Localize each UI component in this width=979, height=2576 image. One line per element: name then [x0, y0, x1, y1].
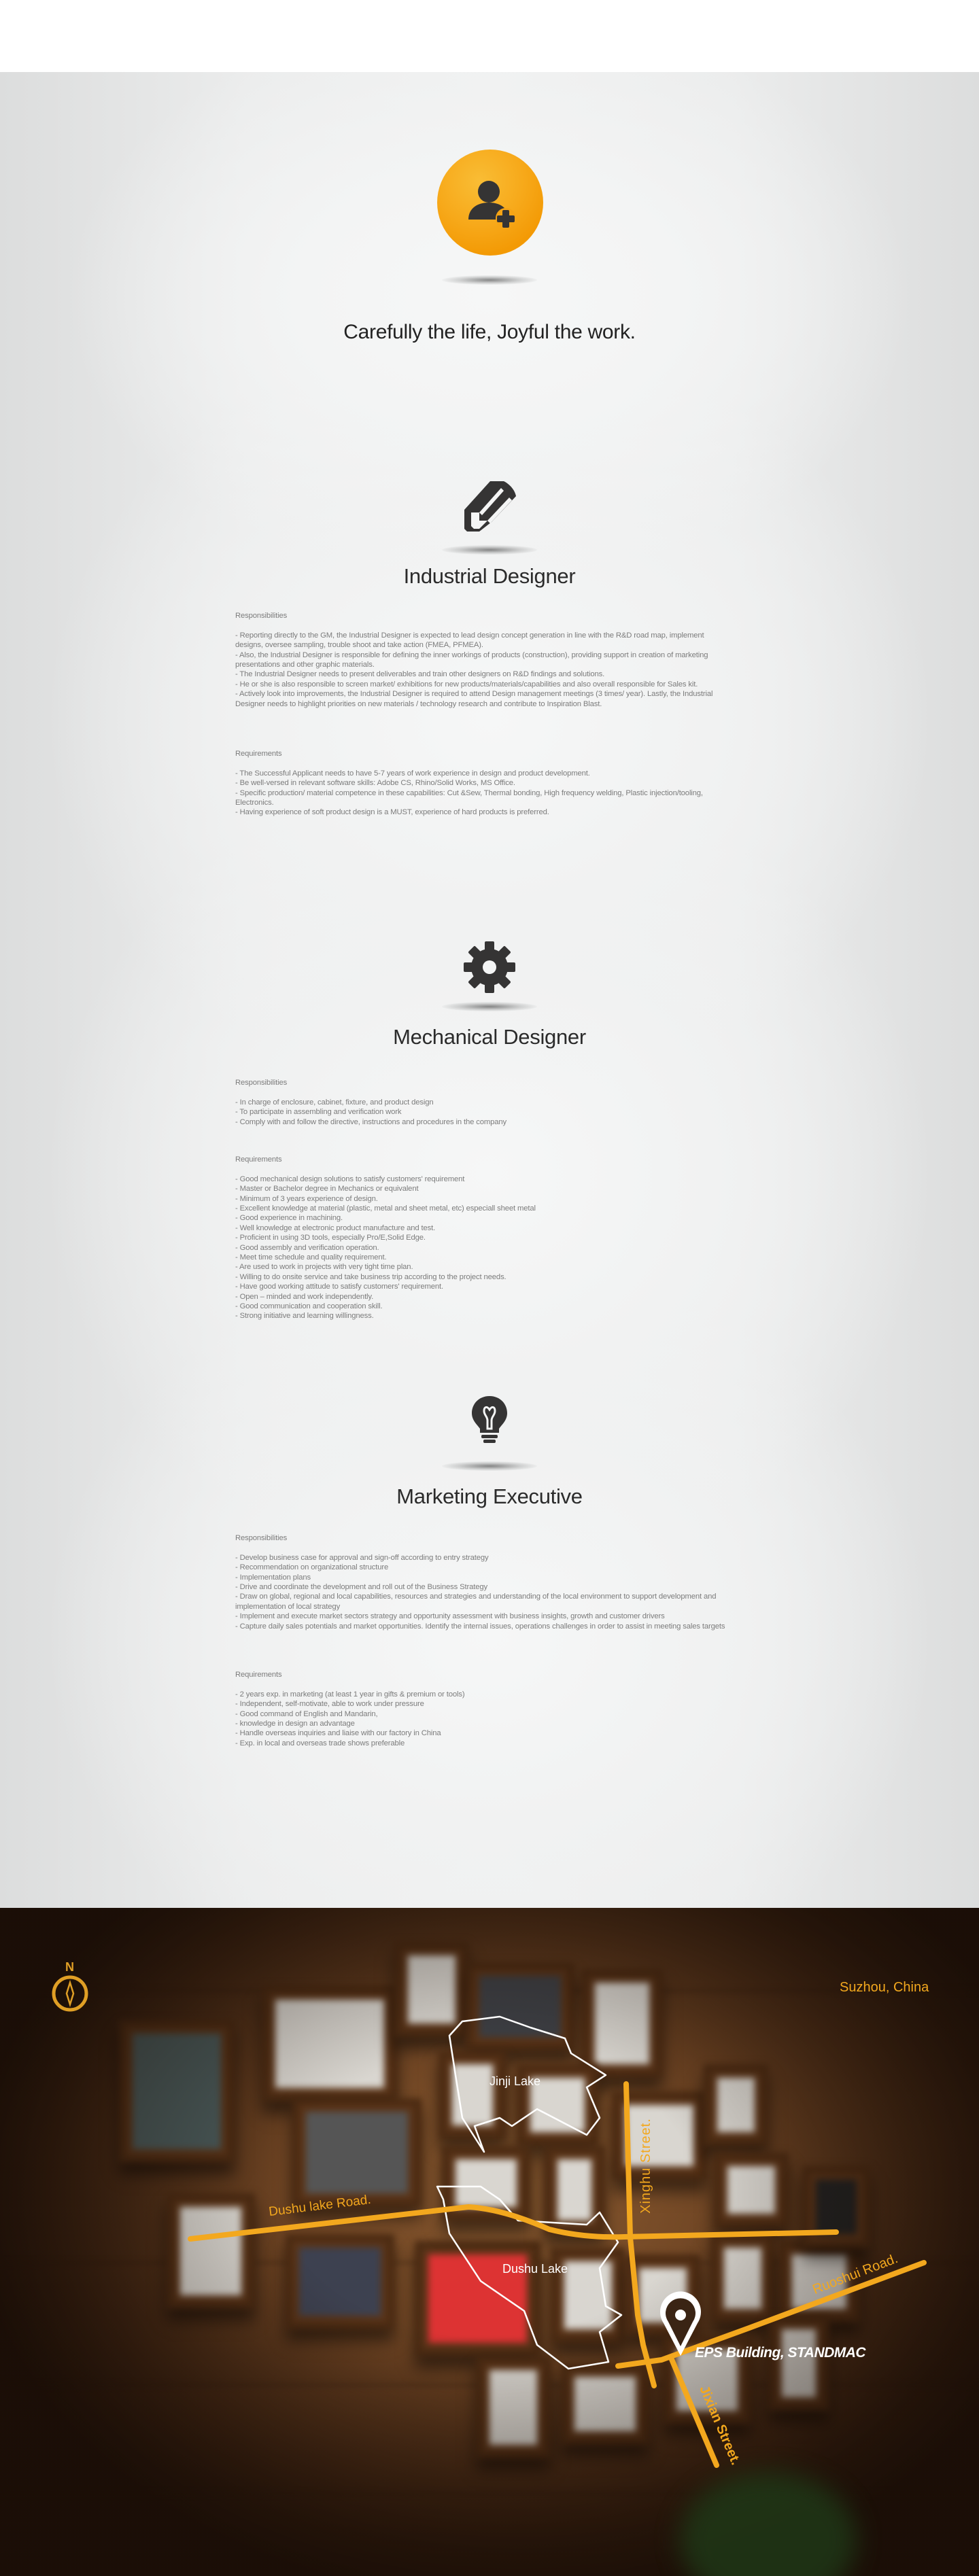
responsibilities-label: Responsibilities: [235, 1079, 288, 1087]
requirement-item: - Open – minded and work independently.: [235, 1292, 374, 1301]
jinji-lake-label: Jinji Lake: [490, 2074, 541, 2088]
requirements-label: Requirements: [235, 1671, 282, 1679]
responsibility-item: - To participate in assembling and verif…: [235, 1108, 402, 1117]
requirement-item: - Good command of English and Mandarin,: [235, 1709, 378, 1718]
mechanical-requirements: Requirements - Good mechanical design sol…: [235, 1155, 732, 1321]
responsibility-item: - The Industrial Designer needs to prese…: [235, 670, 605, 679]
industrial-requirements: Requirements - The Successful Applicant n…: [235, 749, 732, 818]
lightbulb-icon: [472, 1396, 507, 1443]
requirement-item: - Having experience of soft product desi…: [235, 808, 549, 817]
gear-icon: [464, 941, 515, 993]
requirement-item: - Good communication and cooperation ski…: [235, 1302, 383, 1311]
responsibility-item: - Draw on global, regional and local cap…: [235, 1592, 717, 1611]
industrial-responsibilities: Responsibilities - Reporting directly to …: [235, 611, 732, 709]
marketing-responsibilities: Responsibilities - Develop business case …: [235, 1533, 732, 1631]
requirement-item: - Handle overseas inquiries and liaise w…: [235, 1729, 441, 1738]
requirement-item: - Good experience in machining.: [235, 1214, 343, 1223]
road-map-overlay: [52, 1975, 927, 2468]
responsibility-item: - Implementation plans: [235, 1573, 311, 1582]
responsibilities-label: Responsibilities: [235, 612, 288, 620]
position-title-mechanical-designer: Mechanical Designer: [393, 1025, 586, 1049]
pencil-shadow: [442, 545, 537, 555]
requirements-label: Requirements: [235, 750, 282, 758]
requirement-item: - Willing to do onsite service and take …: [235, 1272, 506, 1281]
dushu-lake-outline: [436, 2185, 623, 2370]
responsibility-item: - Drive and coordinate the development a…: [235, 1583, 488, 1592]
requirement-item: - Good assembly and verification operati…: [235, 1243, 379, 1252]
responsibility-item: - He or she is also responsible to scree…: [235, 680, 698, 689]
requirement-item: - Strong initiative and learning willing…: [235, 1312, 374, 1321]
dushu-lake-label: Dushu Lake: [502, 2262, 568, 2276]
requirement-item: - Good mechanical design solutions to sa…: [235, 1174, 465, 1183]
responsibility-item: - Capture daily sales potentials and mar…: [235, 1622, 725, 1631]
requirement-item: - Meet time schedule and quality require…: [235, 1253, 387, 1262]
pencil-icon: [464, 481, 516, 532]
requirements-label: Requirements: [235, 1155, 282, 1164]
requirement-item: - Master or Bachelor degree in Mechanics…: [235, 1185, 419, 1194]
requirement-item: - knowledge in design an advantage: [235, 1720, 355, 1728]
responsibility-item: - Implement and execute market sectors s…: [235, 1612, 665, 1621]
responsibility-item: - Actively look into improvements, the I…: [235, 690, 713, 708]
responsibility-item: - In charge of enclosure, cabinet, fixtu…: [235, 1098, 434, 1107]
requirement-item: - Independent, self-motivate, able to wo…: [235, 1700, 424, 1709]
tagline: Carefully the life, Joyful the work.: [343, 321, 636, 343]
position-title-industrial-designer: Industrial Designer: [403, 564, 576, 588]
requirement-item: - 2 years exp. in marketing (at least 1 …: [235, 1690, 465, 1699]
responsibility-item: - Comply with and follow the directive, …: [235, 1117, 506, 1126]
requirement-item: - Exp. in local and overseas trade shows…: [235, 1739, 405, 1747]
requirement-item: - The Successful Applicant needs to have…: [235, 769, 590, 778]
responsibilities-label: Responsibilities: [235, 1534, 288, 1542]
responsibility-item: - Also, the Industrial Designer is respo…: [235, 650, 708, 669]
lightbulb-shadow: [442, 1461, 537, 1471]
responsibility-item: - Recommendation on organizational struc…: [235, 1563, 389, 1572]
compass-north-label: N: [65, 1960, 74, 1974]
position-title-marketing-executive: Marketing Executive: [396, 1484, 583, 1508]
requirement-item: - Excellent knowledge at material (plast…: [235, 1204, 536, 1213]
requirement-item: - Are used to work in projects with very…: [235, 1263, 413, 1272]
requirement-item: - Be well-versed in relevant software sk…: [235, 779, 515, 788]
gear-shadow: [442, 1002, 537, 1011]
add-user-badge: [437, 150, 543, 256]
requirement-item: - Well knowledge at electronic product m…: [235, 1223, 436, 1232]
location-label: EPS Building, STANDMAC: [695, 2345, 866, 2361]
requirement-item: - Minimum of 3 years experience of desig…: [235, 1194, 378, 1203]
marketing-requirements: Requirements - 2 years exp. in marketing …: [235, 1670, 732, 1748]
responsibility-item: - Develop business case for approval and…: [235, 1553, 489, 1562]
add-user-icon: [468, 181, 516, 228]
xinghu-street-label: Xinghu Street.: [638, 2118, 653, 2214]
requirement-item: - Proficient in using 3D tools, especial…: [235, 1234, 426, 1242]
hero-shadow: [442, 275, 537, 285]
responsibility-item: - Reporting directly to the GM, the Indu…: [235, 631, 704, 650]
mechanical-responsibilities: Responsibilities - In charge of enclosure…: [235, 1078, 732, 1127]
requirement-item: - Have good working attitude to satisfy …: [235, 1283, 444, 1291]
compass-icon: [52, 1975, 88, 2012]
location-map: N Suzhou, China Dushu lake Road. Xinghu …: [0, 1908, 979, 2576]
requirement-item: - Specific production/ material competen…: [235, 788, 703, 807]
city-label: Suzhou, China: [840, 1980, 929, 1995]
